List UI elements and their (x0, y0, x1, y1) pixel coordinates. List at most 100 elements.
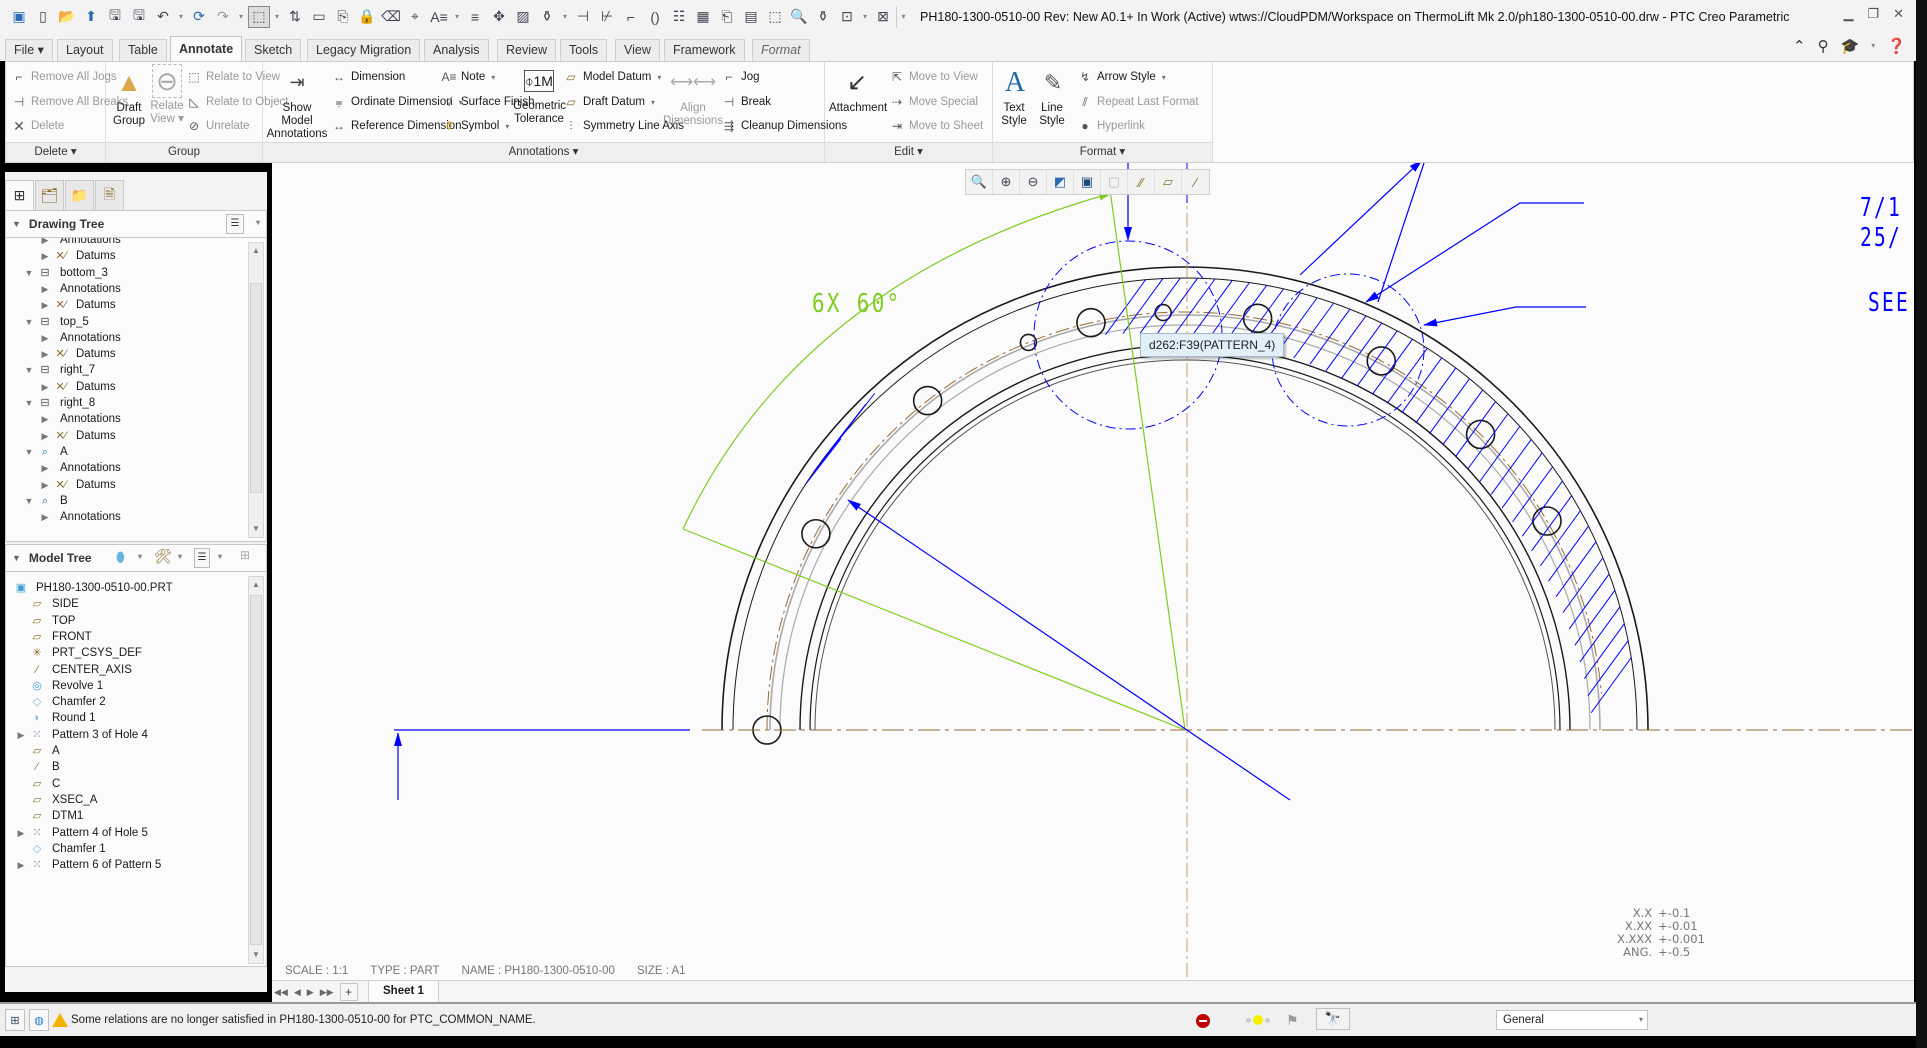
arrow-style-dropdown-icon[interactable]: ▾ (1162, 73, 1166, 82)
dimension-button[interactable]: ↔ Dimension (331, 69, 405, 85)
minimize-icon[interactable]: ▁ (1843, 6, 1853, 22)
note-button[interactable]: A≡ Note ▾ (441, 69, 495, 85)
collapse-icon[interactable]: ▼ (12, 553, 21, 563)
open-recent-icon[interactable]: ⬆ (80, 6, 102, 28)
format-icon[interactable]: ⎗ (716, 6, 738, 28)
text-icon[interactable]: A≡ (428, 6, 450, 28)
collapse-icon[interactable]: ▼ (22, 393, 36, 413)
tab-view[interactable]: View (615, 39, 660, 61)
minimize-ribbon-icon[interactable]: ⌃ (1793, 37, 1806, 55)
datum-display-icon[interactable]: ⁄⁄ (1128, 170, 1155, 194)
settings-dropdown-icon[interactable]: ▾ (218, 552, 222, 561)
learning-dropdown-icon[interactable]: ▾ (1871, 37, 1875, 55)
search-tab[interactable]: 🗎 (95, 180, 124, 210)
expand-icon[interactable]: ▶ (38, 507, 52, 527)
saved-views-icon[interactable]: ▢ (1101, 170, 1128, 194)
tree-item[interactable]: ▶ Annotations (38, 507, 121, 527)
model-tree-tab[interactable]: ⊞ (5, 180, 34, 210)
collapse-icon[interactable]: ▼ (12, 219, 21, 229)
relate-view-button[interactable]: ⊖ Relate View ▾ (149, 64, 185, 126)
tools-dropdown-icon[interactable]: ▾ (178, 552, 182, 561)
collapse-icon[interactable]: ▼ (22, 360, 36, 380)
plane-display-icon[interactable]: ▱ (1155, 170, 1182, 194)
hide-tree-icon[interactable]: ⊞ (240, 548, 250, 562)
symbol-dropdown-icon[interactable]: ▾ (505, 122, 509, 131)
line-style-button[interactable]: ✎ Line Style (1035, 64, 1069, 128)
move-icon[interactable]: ✥ (488, 6, 510, 28)
show-dropdown-icon[interactable]: ▾ (138, 552, 142, 561)
draft-datum-dropdown-icon[interactable]: ▾ (651, 98, 655, 107)
select-box-icon[interactable]: ⬚ (248, 5, 270, 28)
tree-item[interactable]: ▶ ⁙ Pattern 6 of Pattern 5 (14, 855, 162, 875)
first-sheet-icon[interactable]: ◀◀ (274, 987, 288, 998)
help-icon[interactable]: ❓ (1887, 37, 1906, 55)
page-icon[interactable]: ⎘ (332, 6, 354, 28)
scroll-up-icon[interactable]: ▲ (249, 577, 263, 593)
remove-all-jogs-button[interactable]: ⌐ Remove All Jogs (11, 69, 116, 85)
symbol-button[interactable]: ⚱ Symbol ▾ (441, 118, 509, 134)
attachment-button[interactable]: ↙ Attachment (829, 64, 887, 115)
window-icon[interactable]: ⊡ (836, 6, 858, 28)
tab-analysis[interactable]: Analysis (424, 39, 489, 61)
show-model-annotations-button[interactable]: ⇥ Show Model Annotations (266, 64, 328, 141)
sheet-tab[interactable]: Sheet 1 (368, 981, 439, 1003)
cube-icon[interactable]: ⬚ (764, 6, 786, 28)
table-icon[interactable]: ▦ (692, 6, 714, 28)
geometric-tolerance-button[interactable]: ⌽1M Geometric Tolerance (513, 64, 566, 126)
window-dropdown-icon[interactable]: ▾ (860, 6, 870, 28)
customize-qat-icon[interactable]: ▾ (896, 5, 910, 28)
move-special-button[interactable]: ⇢ Move Special (889, 94, 978, 110)
align-dimensions-button[interactable]: ⟷⟷ Align Dimensions (663, 64, 723, 128)
symbol-dropdown-icon[interactable]: ▾ (560, 6, 570, 28)
refit-icon[interactable]: 🔍 (966, 170, 993, 194)
collapse-icon[interactable]: ▼ (22, 263, 36, 283)
undo-icon[interactable]: ↶ (152, 6, 174, 28)
tree-settings-icon[interactable]: ☰ (226, 214, 244, 234)
display-style-icon[interactable]: ▣ (1074, 170, 1101, 194)
tab-table[interactable]: Table (119, 39, 167, 61)
tab-review[interactable]: Review (497, 39, 556, 61)
break-qat-icon[interactable]: ⊣ (572, 6, 594, 28)
symbol-qat-icon[interactable]: ⚱ (536, 6, 558, 28)
remove-jogs-qat-icon[interactable]: ⌐ (620, 6, 642, 28)
close-window-icon[interactable]: ⊠ (872, 6, 894, 28)
tab-sketch[interactable]: Sketch (245, 39, 302, 61)
model-tree-header[interactable]: ▼ Model Tree ⬮ ▾ 🛠 ▾ ☰ ▾ ⊞ (5, 544, 267, 572)
delete-button[interactable]: ✕ Delete (11, 118, 64, 134)
move-to-view-button[interactable]: ⇱ Move to View (889, 69, 978, 85)
jog-button[interactable]: ⌐ Jog (721, 69, 759, 85)
tree-settings-dropdown-icon[interactable]: ▾ (256, 218, 260, 227)
redo-dropdown-icon[interactable]: ▾ (236, 6, 246, 28)
scroll-up-icon[interactable]: ▲ (249, 243, 263, 259)
model-datum-button[interactable]: ▱ Model Datum ▾ (563, 69, 661, 85)
model-tree-scrollbar[interactable]: ▲ ▼ (248, 576, 264, 964)
sheet-icon[interactable]: ▭ (308, 6, 330, 28)
show-icon[interactable]: ⬮ (116, 549, 125, 566)
favorites-tab[interactable]: 📁 (65, 180, 94, 210)
dimension-qat-icon[interactable]: ⌖ (404, 6, 426, 28)
search-icon[interactable]: ⚲ (1818, 37, 1829, 55)
chevron-down-icon[interactable]: ▾ (1639, 1011, 1643, 1029)
collapse-icon[interactable]: ▼ (22, 491, 36, 511)
drawing-graphics[interactable] (272, 163, 1914, 980)
new-icon[interactable]: ▯ (32, 6, 54, 28)
close-icon[interactable]: ✕ (1893, 6, 1904, 22)
tab-framework[interactable]: Framework (664, 39, 745, 61)
list-icon[interactable]: ☷ (668, 6, 690, 28)
tab-legacy-migration[interactable]: Legacy Migration (307, 39, 421, 61)
eraser-icon[interactable]: ⌫ (380, 6, 402, 28)
move-to-sheet-button[interactable]: ⇥ Move to Sheet (889, 118, 983, 134)
zoom-qat-icon[interactable]: 🔍 (788, 6, 810, 28)
unrelate-button[interactable]: ⊘ Unrelate (186, 118, 250, 134)
axis-display-icon[interactable]: ⁄ (1182, 170, 1209, 194)
tab-format[interactable]: Format (752, 39, 810, 61)
note-dropdown-icon[interactable]: ▾ (491, 73, 495, 82)
restore-icon[interactable]: ❐ (1867, 6, 1879, 22)
parentheses-icon[interactable]: () (644, 6, 666, 28)
break-button[interactable]: ⊣ Break (721, 94, 771, 110)
model-datum-dropdown-icon[interactable]: ▾ (657, 73, 661, 82)
tab-file[interactable]: File ▾ (5, 39, 53, 61)
format-group-label[interactable]: Format ▾ (993, 142, 1212, 162)
note-text-3[interactable]: SEE (1868, 288, 1910, 318)
select-dropdown-icon[interactable]: ▾ (272, 6, 282, 28)
